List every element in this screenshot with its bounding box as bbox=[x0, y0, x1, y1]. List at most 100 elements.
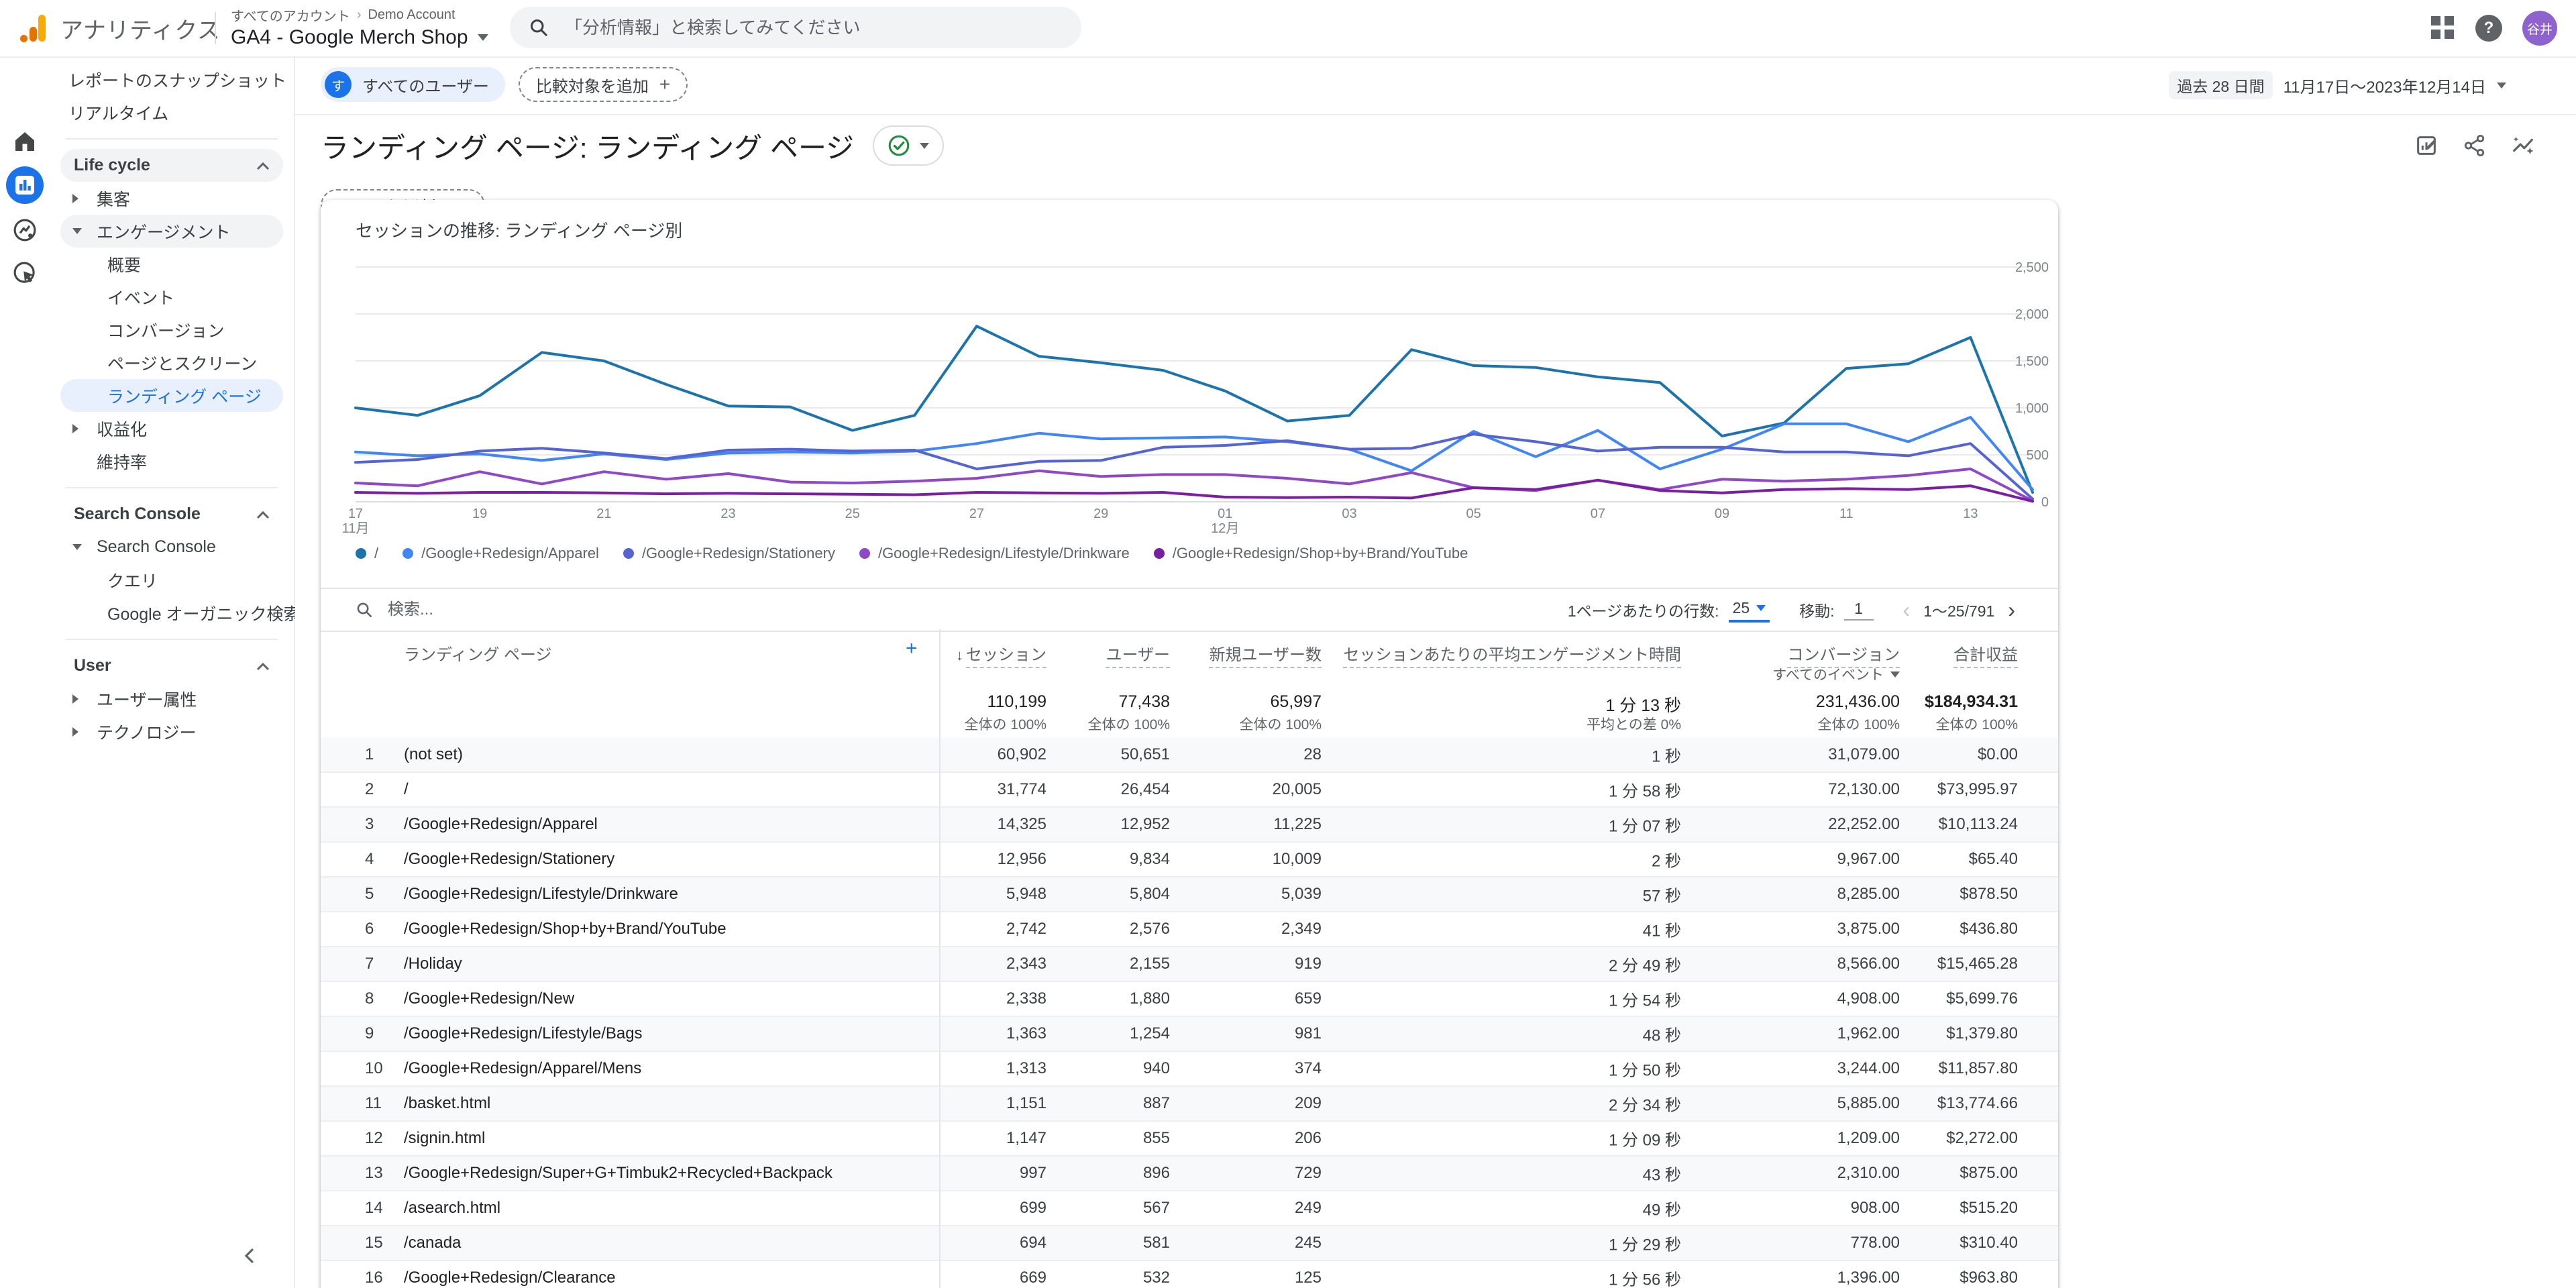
svg-text:01: 01 bbox=[1218, 506, 1232, 521]
sessions-chart: 05001,0001,5002,0002,5001711月19212325272… bbox=[321, 248, 2058, 538]
customize-report-icon[interactable] bbox=[2414, 133, 2439, 158]
table-row: 1(not set)60,90250,651281 秒31,079.00$0.0… bbox=[321, 738, 2058, 773]
legend-dot-icon bbox=[356, 548, 366, 559]
svg-text:0: 0 bbox=[2041, 495, 2049, 510]
collapse-sidebar-icon[interactable] bbox=[241, 1244, 256, 1269]
sidebar-section-label: Search Console bbox=[74, 504, 201, 524]
metric-cell: $878.50 bbox=[1960, 885, 2018, 904]
metric-cell: $1,379.80 bbox=[1946, 1024, 2018, 1043]
metric-cell: 2 分 49 秒 bbox=[1609, 953, 1681, 976]
sidebar-item-ランディング ページ[interactable]: ランディング ページ bbox=[60, 379, 283, 412]
share-icon[interactable] bbox=[2462, 133, 2487, 158]
chevron-up-icon bbox=[256, 656, 270, 676]
sidebar-item-リアルタイム[interactable]: リアルタイム bbox=[60, 96, 283, 129]
metric-cell: 31,079.00 bbox=[1828, 745, 1900, 764]
column-header-コンバージョン[interactable]: コンバージョン bbox=[1787, 641, 1900, 665]
rows-per-page-select[interactable]: 25 bbox=[1729, 598, 1770, 623]
metric-cell: 5,948 bbox=[1006, 885, 1046, 904]
avatar[interactable]: 谷井 bbox=[2522, 11, 2557, 46]
sidebar-item-Search Console[interactable]: Search Console bbox=[60, 531, 283, 564]
column-header-label: 合計収益 bbox=[1953, 646, 2018, 668]
landing-page-cell: (not set) bbox=[404, 745, 463, 764]
sidebar-item-テクノロジー[interactable]: テクノロジー bbox=[60, 715, 283, 748]
breadcrumb: すべてのアカウント › Demo Account bbox=[231, 5, 488, 25]
row-number: 16 bbox=[365, 1269, 383, 1287]
sidebar-item-Life cycle[interactable]: Life cycle bbox=[60, 149, 283, 182]
metric-cell: 1,313 bbox=[1006, 1059, 1046, 1078]
svg-text:500: 500 bbox=[2027, 448, 2049, 463]
insights-icon[interactable] bbox=[2510, 133, 2536, 158]
sidebar-item-クエリ[interactable]: クエリ bbox=[60, 564, 283, 596]
sidebar-item-Google オーガニック検索レ…[interactable]: Google オーガニック検索レ… bbox=[60, 596, 283, 629]
row-number: 8 bbox=[365, 989, 374, 1008]
svg-text:17: 17 bbox=[348, 506, 363, 521]
search-input[interactable] bbox=[562, 16, 1051, 40]
property-selector[interactable]: GA4 - Google Merch Shop bbox=[231, 26, 488, 49]
date-range-badge: 過去 28 日間 bbox=[2169, 71, 2272, 99]
date-range-selector[interactable]: 過去 28 日間 11月17日～2023年12月14日 bbox=[2169, 71, 2506, 99]
column-header-セッション[interactable]: ↓セッション bbox=[956, 641, 1046, 665]
table-search[interactable] bbox=[356, 599, 605, 621]
sidebar-item-コンバージョン[interactable]: コンバージョン bbox=[60, 313, 283, 346]
add-dimension-icon[interactable]: + bbox=[906, 637, 918, 660]
all-users-chip[interactable]: す すべてのユーザー bbox=[321, 67, 505, 102]
report-title-row: ランディング ページ: ランディング ページ bbox=[321, 114, 2536, 177]
metric-cell: $13,774.66 bbox=[1937, 1094, 2018, 1113]
breadcrumb-account[interactable]: Demo Account bbox=[368, 7, 455, 23]
metric-cell: 50,651 bbox=[1121, 745, 1170, 764]
analytics-logo[interactable]: アナリティクス bbox=[19, 0, 220, 56]
svg-text:1,500: 1,500 bbox=[2015, 354, 2049, 369]
home-icon[interactable] bbox=[11, 127, 39, 156]
sidebar-item-ページとスクリーン[interactable]: ページとスクリーン bbox=[60, 346, 283, 379]
legend-item: /Google+Redesign/Stationery bbox=[623, 545, 835, 562]
breadcrumb-all-accounts[interactable]: すべてのアカウント bbox=[231, 5, 350, 25]
search-bar[interactable] bbox=[510, 7, 1081, 48]
explore-icon[interactable] bbox=[11, 216, 39, 244]
column-header-合計収益[interactable]: 合計収益 bbox=[1953, 641, 2018, 665]
sidebar-item-Search Console[interactable]: Search Console bbox=[60, 498, 283, 531]
chevron-down-icon bbox=[478, 34, 488, 41]
audience-chips: す すべてのユーザー 比較対象を追加 + bbox=[321, 67, 688, 102]
table-search-input[interactable] bbox=[385, 599, 605, 621]
date-range-text: 11月17日～2023年12月14日 bbox=[2284, 74, 2486, 97]
sidebar-item-レポートのスナップショット[interactable]: レポートのスナップショット bbox=[60, 63, 283, 96]
audience-chip-label: すべてのユーザー bbox=[362, 73, 489, 97]
column-header-セッションあたりの平均エンゲージメント時間[interactable]: セッションあたりの平均エンゲージメント時間 bbox=[1343, 641, 1681, 665]
goto-page-input[interactable]: 1 bbox=[1844, 600, 1874, 621]
svg-text:25: 25 bbox=[845, 506, 860, 521]
sidebar-item-User[interactable]: User bbox=[60, 649, 283, 682]
sidebar-item-維持率[interactable]: 維持率 bbox=[60, 445, 283, 478]
analytics-logo-icon bbox=[19, 13, 48, 43]
row-number: 11 bbox=[365, 1094, 382, 1113]
sidebar-item-エンゲージメント[interactable]: エンゲージメント bbox=[60, 215, 283, 248]
metric-cell: 9,834 bbox=[1130, 850, 1170, 869]
sidebar-item-label: ランディング ページ bbox=[107, 384, 262, 408]
column-header-label: 新規ユーザー数 bbox=[1209, 646, 1322, 668]
column-header-ユーザー[interactable]: ユーザー bbox=[1106, 641, 1170, 665]
column-header-新規ユーザー数[interactable]: 新規ユーザー数 bbox=[1209, 641, 1322, 665]
next-page-icon[interactable]: › bbox=[2005, 599, 2018, 621]
metric-cell: 20,005 bbox=[1273, 780, 1322, 799]
advertising-icon[interactable] bbox=[11, 259, 39, 287]
search-icon bbox=[529, 17, 549, 38]
metric-cell: 8,566.00 bbox=[1837, 955, 1900, 973]
previous-page-icon[interactable]: ‹ bbox=[1900, 599, 1913, 621]
row-number: 3 bbox=[365, 815, 374, 834]
report-status-dropdown[interactable] bbox=[873, 125, 944, 166]
sidebar-item-ユーザー属性[interactable]: ユーザー属性 bbox=[60, 682, 283, 715]
row-number: 2 bbox=[365, 780, 374, 799]
main-content: す すべてのユーザー 比較対象を追加 + 過去 28 日間 11月17日～202… bbox=[295, 56, 2576, 1288]
sidebar-item-集客[interactable]: 集客 bbox=[60, 182, 283, 215]
reports-icon[interactable] bbox=[6, 166, 44, 204]
sidebar-item-概要[interactable]: 概要 bbox=[60, 248, 283, 280]
sidebar-item-イベント[interactable]: イベント bbox=[60, 280, 283, 313]
landing-page-cell: /Google+Redesign/Lifestyle/Bags bbox=[404, 1024, 643, 1043]
dimension-column-header[interactable]: ランディング ページ bbox=[404, 641, 552, 665]
apps-grid-icon[interactable] bbox=[2431, 16, 2455, 40]
add-comparison-chip[interactable]: 比較対象を追加 + bbox=[519, 67, 688, 102]
totals-value: 110,199 bbox=[987, 692, 1046, 712]
metric-cell: 249 bbox=[1295, 1199, 1322, 1218]
sidebar-item-収益化[interactable]: 収益化 bbox=[60, 412, 283, 445]
landing-page-cell: /Google+Redesign/Lifestyle/Drinkware bbox=[404, 885, 678, 904]
help-icon[interactable]: ? bbox=[2475, 15, 2502, 42]
